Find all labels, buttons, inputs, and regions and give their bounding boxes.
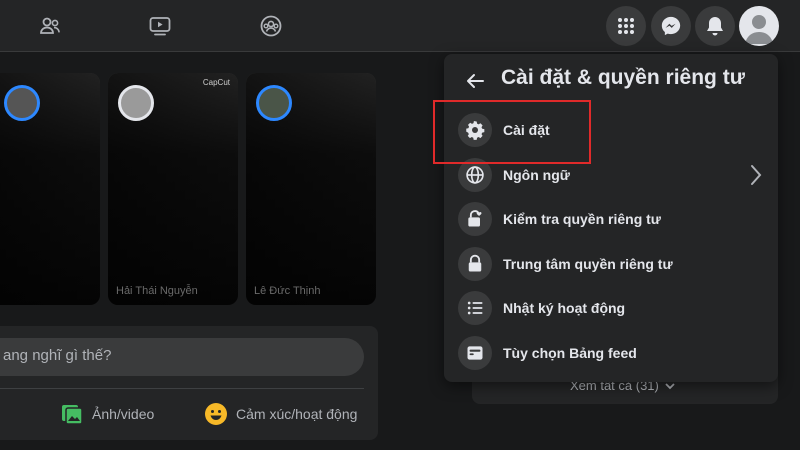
composer-input[interactable]: ang nghĩ gì thế?: [0, 338, 364, 376]
menu-item-activity-log[interactable]: Nhật ký hoạt động: [452, 287, 770, 329]
story-author-name: Hải Thái Nguyễn: [116, 285, 198, 297]
smiley-icon: [205, 403, 227, 425]
menu-item-label: Trung tâm quyền riêng tư: [503, 256, 673, 272]
arrow-left-icon: [467, 74, 484, 88]
menu-grid-button[interactable]: [606, 6, 646, 46]
highlight-annotation: [433, 100, 591, 164]
menu-item-label: Kiểm tra quyền riêng tư: [503, 211, 661, 227]
story-card[interactable]: Lê Đức Thịnh: [246, 73, 376, 305]
messenger-icon: [661, 16, 681, 36]
photo-video-label: Ảnh/video: [92, 406, 155, 422]
menu-item-feed-preferences[interactable]: Tùy chọn Bảng feed: [452, 332, 770, 374]
chevron-right-icon: [751, 165, 762, 185]
photo-video-button[interactable]: Ảnh/video: [60, 399, 154, 429]
photo-icon: [62, 405, 83, 425]
menu-title: Cài đặt & quyền riêng tư: [501, 66, 745, 89]
back-button[interactable]: [461, 67, 489, 95]
grid-icon: [618, 18, 634, 34]
feeling-activity-button[interactable]: Cảm xúc/hoạt động: [204, 399, 357, 429]
stories-row: CapCut Hải Thái Nguyễn Lê Đức Thịnh: [0, 73, 378, 305]
story-avatar: [118, 85, 154, 121]
story-avatar: [4, 85, 40, 121]
story-author-name: Lê Đức Thịnh: [254, 285, 321, 297]
story-avatar: [256, 85, 292, 121]
menu-item-privacy-checkup[interactable]: Kiểm tra quyền riêng tư: [452, 198, 770, 240]
story-badge: CapCut: [202, 78, 230, 87]
avatar-silhouette-icon: [745, 15, 773, 44]
menu-item-label: Ngôn ngữ: [503, 167, 570, 183]
top-navigation-bar: [0, 0, 800, 52]
story-card[interactable]: CapCut Hải Thái Nguyễn: [108, 73, 238, 305]
groups-icon[interactable]: [255, 10, 287, 42]
list-icon: [458, 291, 492, 325]
menu-item-label: Nhật ký hoạt động: [503, 300, 626, 316]
menu-item-label: Tùy chọn Bảng feed: [503, 345, 637, 361]
menu-item-privacy-center[interactable]: Trung tâm quyền riêng tư: [452, 243, 770, 285]
divider: [0, 388, 364, 389]
feed-icon: [458, 336, 492, 370]
story-card[interactable]: [0, 73, 100, 305]
chevron-down-icon: [665, 382, 675, 389]
bell-icon: [707, 17, 723, 36]
lock-icon: [458, 247, 492, 281]
friends-icon[interactable]: [34, 10, 66, 42]
account-avatar-button[interactable]: [739, 6, 779, 46]
post-composer: ang nghĩ gì thế? Ảnh/video Cảm xúc/hoạt …: [0, 326, 378, 440]
lock-heart-icon: [458, 202, 492, 236]
watch-video-icon[interactable]: [144, 10, 176, 42]
notifications-button[interactable]: [695, 6, 735, 46]
feeling-activity-label: Cảm xúc/hoạt động: [236, 406, 358, 422]
messenger-button[interactable]: [651, 6, 691, 46]
